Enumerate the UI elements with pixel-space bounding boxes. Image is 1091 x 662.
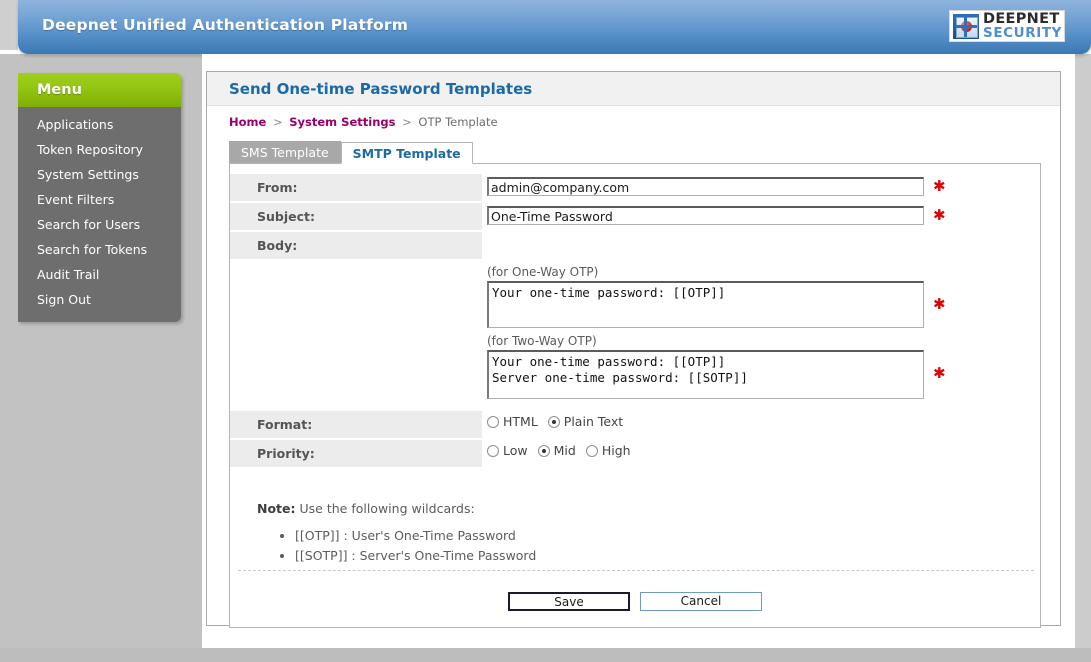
- tab-smtp-template[interactable]: SMTP Template: [340, 142, 473, 164]
- body-control-spacer: [482, 232, 487, 235]
- bottom-background: [0, 648, 1091, 662]
- deepnet-shield-icon: [953, 13, 979, 39]
- priority-option-low-label: Low: [503, 443, 528, 458]
- smtp-template-form: From: ✱ Subject: ✱ Body:: [229, 163, 1041, 628]
- breadcrumb-home[interactable]: Home: [229, 115, 266, 129]
- panel-header: Send One-time Password Templates: [207, 72, 1060, 106]
- logo-secondary-text: SECURITY: [983, 25, 1063, 41]
- sidebar-item-system-settings[interactable]: System Settings: [18, 162, 181, 187]
- banner-left-gutter: [0, 0, 18, 50]
- breadcrumb-separator-2: >: [402, 115, 412, 129]
- subject-required-marker: ✱: [933, 206, 946, 224]
- sidebar-item-applications[interactable]: Applications: [18, 112, 181, 137]
- format-label: Format:: [230, 411, 482, 438]
- priority-radio-group: Low Mid High: [487, 443, 641, 458]
- format-option-html[interactable]: HTML: [487, 414, 538, 429]
- note-list-item-sotp: [[SOTP]] : Server's One-Time Password: [295, 548, 1040, 565]
- note-title: Note:: [257, 501, 296, 516]
- body-one-way-caption: (for One-Way OTP): [487, 265, 599, 279]
- body-one-way-required-marker: ✱: [933, 295, 946, 313]
- sidebar-item-sign-out[interactable]: Sign Out: [18, 287, 181, 312]
- logo-wordmark: DEEPNET SECURITY: [983, 10, 1063, 41]
- body-label: Body:: [230, 232, 482, 259]
- body-two-way-textarea[interactable]: [487, 350, 924, 399]
- sidebar-item-audit-trail[interactable]: Audit Trail: [18, 262, 181, 287]
- breadcrumb-separator-1: >: [272, 115, 283, 129]
- note-text: Use the following wildcards:: [299, 501, 475, 516]
- body-one-way-block: (for One-Way OTP) ✱: [487, 265, 1040, 328]
- sidebar-item-token-repository[interactable]: Token Repository: [18, 137, 181, 162]
- from-input[interactable]: [487, 177, 924, 196]
- format-control: HTML Plain Text: [482, 411, 633, 429]
- from-required-marker: ✱: [933, 177, 946, 195]
- priority-option-high-label: High: [601, 443, 631, 458]
- app-banner: Deepnet Unified Authentication Platform …: [18, 0, 1091, 54]
- template-tabs: SMS Template SMTP Template: [229, 141, 1060, 164]
- priority-option-high[interactable]: High: [585, 443, 631, 458]
- cancel-button[interactable]: Cancel: [640, 592, 762, 611]
- subject-control: ✱: [482, 203, 946, 225]
- from-control: ✱: [482, 174, 946, 196]
- app-root: Deepnet Unified Authentication Platform …: [0, 0, 1091, 662]
- main-page: Send One-time Password Templates Home > …: [202, 54, 1075, 648]
- form-row-body: Body:: [230, 232, 1040, 259]
- body-two-way-row: ✱: [487, 350, 1040, 399]
- footer-divider: [238, 570, 1034, 571]
- body-two-way-caption: (for Two-Way OTP): [487, 334, 597, 348]
- radio-html-icon[interactable]: [487, 415, 499, 428]
- format-radio-group: HTML Plain Text: [487, 414, 633, 429]
- form-row-from: From: ✱: [230, 174, 1040, 201]
- form-row-priority: Priority: Low Mid High: [230, 440, 1040, 467]
- format-option-plain-text-label: Plain Text: [563, 414, 624, 429]
- format-option-html-label: HTML: [503, 414, 538, 429]
- radio-low-icon[interactable]: [487, 444, 499, 457]
- sidebar-item-search-for-users[interactable]: Search for Users: [18, 212, 181, 237]
- content-panel: Send One-time Password Templates Home > …: [206, 71, 1061, 628]
- priority-option-mid-label: Mid: [553, 443, 576, 458]
- priority-label: Priority:: [230, 440, 482, 467]
- sidebar-menu: Menu Applications Token Repository Syste…: [18, 73, 181, 322]
- sidebar-list: Applications Token Repository System Set…: [18, 107, 181, 322]
- format-option-plain-text[interactable]: Plain Text: [547, 414, 624, 429]
- breadcrumb: Home > System Settings > OTP Template: [207, 106, 1060, 129]
- page-title: Send One-time Password Templates: [229, 79, 533, 98]
- priority-control: Low Mid High: [482, 440, 641, 458]
- note-list-item-otp: [[OTP]] : User's One-Time Password: [295, 528, 1040, 545]
- body-one-way-row: ✱: [487, 281, 1040, 328]
- wildcard-note: Note: Use the following wildcards: [[OTP…: [257, 501, 1040, 565]
- radio-high-icon[interactable]: [585, 444, 598, 457]
- save-button[interactable]: Save: [508, 592, 630, 611]
- note-list: [[OTP]] : User's One-Time Password [[SOT…: [275, 528, 1040, 565]
- from-label: From:: [230, 174, 482, 201]
- sidebar-header: Menu: [18, 73, 181, 107]
- deepnet-logo: DEEPNET SECURITY: [949, 10, 1065, 42]
- priority-option-low[interactable]: Low: [487, 443, 528, 458]
- priority-option-mid[interactable]: Mid: [537, 443, 576, 458]
- body-two-way-block: (for Two-Way OTP) ✱: [487, 334, 1040, 399]
- form-actions: Save Cancel: [230, 592, 1040, 611]
- breadcrumb-current: OTP Template: [418, 115, 498, 129]
- breadcrumb-system-settings[interactable]: System Settings: [289, 115, 395, 129]
- tab-sms-template[interactable]: SMS Template: [229, 141, 341, 163]
- form-row-subject: Subject: ✱: [230, 203, 1040, 230]
- sidebar-item-event-filters[interactable]: Event Filters: [18, 187, 181, 212]
- logo-primary-text: DEEPNET: [983, 10, 1060, 27]
- radio-mid-icon[interactable]: [537, 444, 550, 457]
- app-title: Deepnet Unified Authentication Platform: [42, 16, 409, 34]
- sidebar-item-search-for-tokens[interactable]: Search for Tokens: [18, 237, 181, 262]
- form-row-format: Format: HTML Plain Text: [230, 411, 1040, 438]
- body-one-way-textarea[interactable]: [487, 281, 924, 328]
- body-two-way-required-marker: ✱: [933, 364, 946, 382]
- right-background: [1075, 54, 1091, 648]
- logo-cross-vertical: [964, 15, 967, 37]
- radio-plain-text-icon[interactable]: [547, 415, 560, 428]
- subject-label: Subject:: [230, 203, 482, 230]
- subject-input[interactable]: [487, 206, 924, 225]
